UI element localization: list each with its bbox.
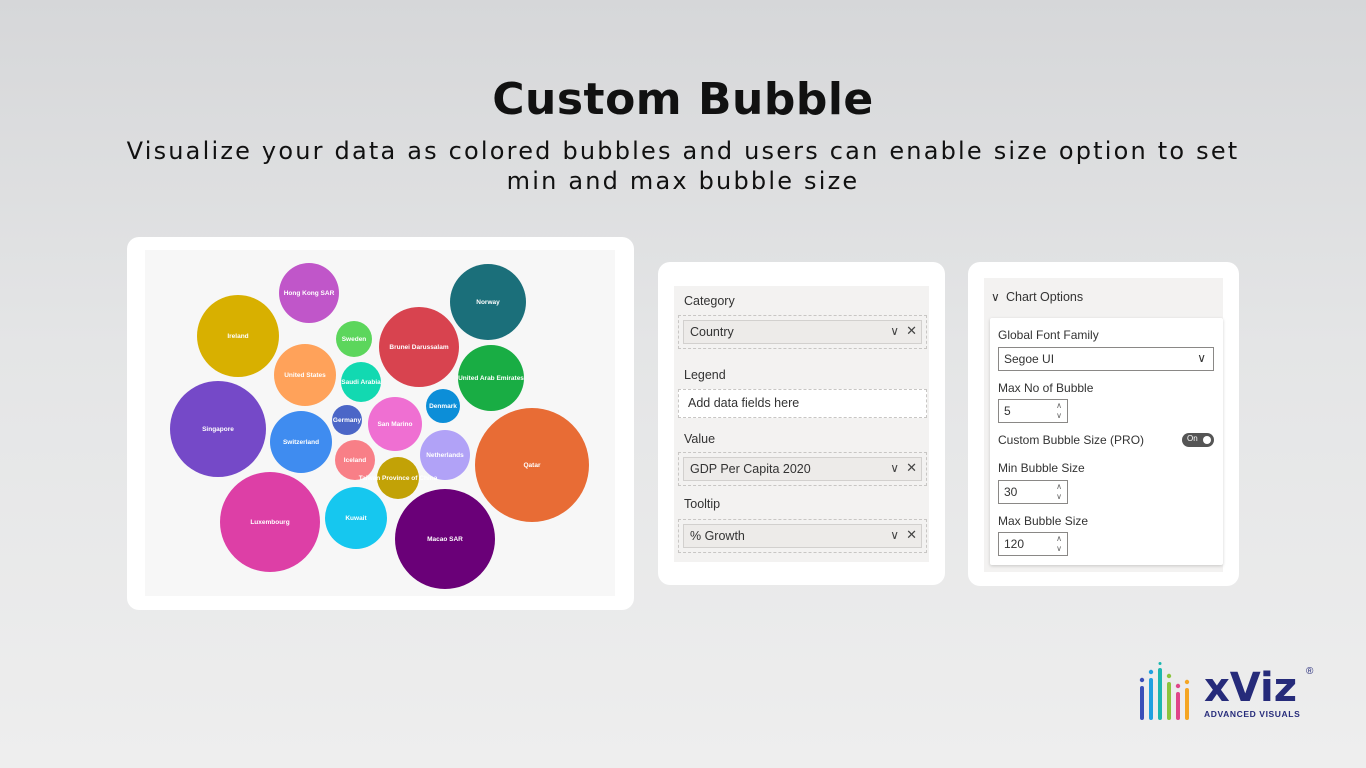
- bubble-label-saudi-arabia: Saudi Arabia: [341, 379, 381, 386]
- value-field-pill[interactable]: GDP Per Capita 2020 ∨ ✕: [683, 457, 922, 481]
- max-size-stepper[interactable]: 120 ∧ ∨: [998, 532, 1068, 556]
- bubble-label-netherlands: Netherlands: [426, 452, 464, 459]
- logo-registered-mark: ®: [1306, 666, 1314, 677]
- bubble-label-iceland: Iceland: [344, 457, 366, 464]
- logo-bars-icon: [1139, 662, 1190, 720]
- custom-size-toggle[interactable]: On: [1182, 433, 1214, 447]
- chevron-down-icon[interactable]: ∨: [1056, 493, 1062, 501]
- chevron-down-icon[interactable]: ∨: [890, 324, 899, 338]
- close-icon[interactable]: ✕: [906, 460, 917, 476]
- tooltip-field-pill[interactable]: % Growth ∨ ✕: [683, 524, 922, 548]
- bubble-label-united-states: United States: [284, 372, 326, 379]
- max-bubbles-stepper[interactable]: 5 ∧ ∨: [998, 399, 1068, 423]
- value-label: Value: [684, 432, 716, 446]
- bubble-label-kuwait: Kuwait: [345, 515, 367, 522]
- category-field-name: Country: [690, 325, 734, 339]
- category-well[interactable]: Country ∨ ✕: [678, 315, 927, 349]
- chevron-down-icon[interactable]: ∨: [991, 290, 1000, 304]
- max-bubbles-value: 5: [1004, 404, 1011, 418]
- close-icon[interactable]: ✕: [906, 527, 917, 543]
- tooltip-well[interactable]: % Growth ∨ ✕: [678, 519, 927, 553]
- max-size-label: Max Bubble Size: [998, 514, 1089, 528]
- bubble-label-qatar: Qatar: [524, 462, 541, 469]
- bubble-label-united-arab-emirates: United Arab Emirates: [458, 375, 524, 382]
- value-well[interactable]: GDP Per Capita 2020 ∨ ✕: [678, 452, 927, 486]
- bubble-label-switzerland: Switzerland: [283, 439, 319, 446]
- bubble-label-luxembourg: Luxembourg: [250, 519, 289, 526]
- bubble-label-taiwan-province-of-china: Taiwan Province of China: [359, 475, 438, 482]
- bubble-label-singapore: Singapore: [202, 426, 234, 433]
- font-family-value: Segoe UI: [1004, 352, 1055, 366]
- min-size-value: 30: [1004, 485, 1018, 499]
- legend-well[interactable]: Add data fields here: [678, 389, 927, 418]
- bubble-chart-card: Hong Kong SAR Ireland Sweden Brunei Darussa…: [127, 237, 634, 610]
- tooltip-label: Tooltip: [684, 497, 721, 511]
- chevron-up-icon[interactable]: ∧: [1056, 483, 1062, 491]
- chevron-up-icon[interactable]: ∧: [1056, 535, 1062, 543]
- chevron-down-icon[interactable]: ∨: [1056, 545, 1062, 553]
- bubble-chart: Hong Kong SAR Ireland Sweden Brunei Darussa…: [170, 263, 589, 589]
- bubble-label-macao-sar: Macao SAR: [427, 536, 463, 543]
- bubble-label-sweden: Sweden: [342, 336, 367, 343]
- xviz-logo: xViz ® ADVANCED VISUALS: [1138, 662, 1314, 724]
- page-title: Custom Bubble: [492, 74, 874, 125]
- logo-tagline: ADVANCED VISUALS: [1204, 709, 1301, 719]
- chevron-down-icon[interactable]: ∨: [1197, 351, 1206, 365]
- chart-options-card: ∨ Chart Options Global Font Family Segoe…: [968, 262, 1239, 586]
- bubble-chart-area: Hong Kong SAR Ireland Sweden Brunei Darussa…: [145, 250, 615, 596]
- bubble-label-norway: Norway: [476, 299, 500, 306]
- close-icon[interactable]: ✕: [906, 323, 917, 339]
- toggle-knob: [1203, 436, 1211, 444]
- legend-placeholder: Add data fields here: [688, 396, 800, 410]
- font-family-select[interactable]: Segoe UI ∨: [998, 347, 1214, 371]
- tooltip-field-name: % Growth: [690, 529, 745, 543]
- bubble-label-san-marino: San Marino: [377, 421, 412, 428]
- page-subtitle: Visualize your data as colored bubbles a…: [126, 137, 1240, 195]
- fields-pane: Category Country ∨ ✕ Legend Add data fie…: [674, 286, 929, 562]
- value-field-name: GDP Per Capita 2020: [690, 462, 811, 476]
- min-size-stepper[interactable]: 30 ∧ ∨: [998, 480, 1068, 504]
- category-field-pill[interactable]: Country ∨ ✕: [683, 320, 922, 344]
- max-bubbles-label: Max No of Bubble: [998, 381, 1094, 395]
- bubble-label-ireland: Ireland: [227, 333, 248, 340]
- chart-options-panel: Global Font Family Segoe UI ∨ Max No of …: [990, 318, 1223, 565]
- chart-options-title: Chart Options: [1006, 290, 1084, 304]
- bubble-label-hong-kong-sar: Hong Kong SAR: [284, 290, 335, 297]
- chevron-down-icon[interactable]: ∨: [890, 461, 899, 475]
- chevron-up-icon[interactable]: ∧: [1056, 402, 1062, 410]
- bubble-label-germany: Germany: [333, 417, 362, 424]
- chevron-down-icon[interactable]: ∨: [890, 528, 899, 542]
- min-size-label: Min Bubble Size: [998, 461, 1085, 475]
- category-label: Category: [684, 294, 735, 308]
- bubble-label-denmark: Denmark: [429, 403, 457, 410]
- custom-size-label: Custom Bubble Size (PRO): [998, 433, 1145, 447]
- chart-options-header[interactable]: ∨ Chart Options: [984, 278, 1223, 318]
- chevron-down-icon[interactable]: ∨: [1056, 412, 1062, 420]
- bubble-label-brunei-darussalam: Brunei Darussalam: [389, 344, 448, 351]
- max-size-value: 120: [1004, 537, 1025, 551]
- logo-wordmark: xViz: [1204, 665, 1298, 711]
- legend-label: Legend: [684, 368, 726, 382]
- font-family-label: Global Font Family: [998, 328, 1099, 342]
- toggle-state-text: On: [1187, 434, 1198, 443]
- fields-pane-card: Category Country ∨ ✕ Legend Add data fie…: [658, 262, 945, 585]
